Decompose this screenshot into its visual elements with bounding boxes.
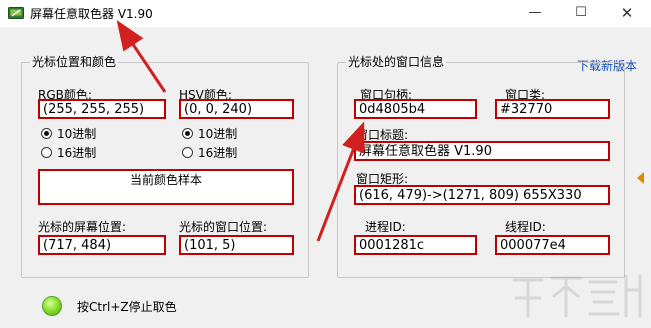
title-bar[interactable]: 屏幕任意取色器 V1.90 — ☐ ✕ bbox=[0, 0, 651, 27]
window-rect-field[interactable]: (616, 479)->(1271, 809) 655X330 bbox=[354, 185, 610, 205]
window-title-field[interactable]: 屏幕任意取色器 V1.90 bbox=[354, 141, 610, 161]
hsv-decimal-label: 10进制 bbox=[198, 127, 238, 141]
app-icon bbox=[8, 6, 24, 20]
stop-picking-hint: 按Ctrl+Z停止取色 bbox=[77, 300, 177, 314]
hsv-hex-label: 16进制 bbox=[198, 146, 238, 160]
thread-id-label: 线程ID: bbox=[505, 220, 546, 234]
window-class-field[interactable]: #32770 bbox=[495, 99, 610, 119]
window-position-label: 光标的窗口位置: bbox=[179, 220, 268, 234]
hsv-decimal-radio[interactable]: 10进制 bbox=[182, 125, 237, 142]
rgb-hex-label: 16进制 bbox=[57, 146, 97, 160]
window-title: 屏幕任意取色器 V1.90 bbox=[30, 7, 153, 21]
hsv-hex-radio[interactable]: 16进制 bbox=[182, 144, 237, 161]
collapse-arrow-icon[interactable] bbox=[637, 172, 644, 184]
status-led-icon bbox=[42, 296, 62, 316]
rgb-value-field[interactable]: (255, 255, 255) bbox=[38, 99, 166, 119]
minimize-button[interactable]: — bbox=[512, 0, 558, 27]
screen-position-label: 光标的屏幕位置: bbox=[38, 220, 127, 234]
rgb-decimal-label: 10进制 bbox=[57, 127, 97, 141]
radio-selected-icon bbox=[182, 128, 193, 139]
cursor-color-group: 光标位置和颜色 RGB颜色: (255, 255, 255) HSV颜色: (0… bbox=[21, 54, 309, 278]
radio-unselected-icon bbox=[182, 147, 193, 158]
screen-position-field[interactable]: (717, 484) bbox=[38, 235, 166, 255]
process-id-label: 进程ID: bbox=[365, 220, 406, 234]
rgb-hex-radio[interactable]: 16进制 bbox=[41, 144, 96, 161]
thread-id-field[interactable]: 000077e4 bbox=[495, 235, 610, 255]
window-info-group: 光标处的窗口信息 窗口句柄: 0d4805b4 窗口类: #32770 窗口标题… bbox=[337, 54, 625, 278]
maximize-button[interactable]: ☐ bbox=[558, 0, 604, 27]
radio-unselected-icon bbox=[41, 147, 52, 158]
color-sample-box: 当前颜色样本 bbox=[38, 169, 294, 205]
color-sample-label: 当前颜色样本 bbox=[129, 173, 202, 187]
rgb-decimal-radio[interactable]: 10进制 bbox=[41, 125, 96, 142]
cursor-color-group-legend: 光标位置和颜色 bbox=[30, 54, 119, 70]
window-handle-field[interactable]: 0d4805b4 bbox=[354, 99, 477, 119]
close-button[interactable]: ✕ bbox=[604, 0, 650, 27]
client-area: 下载新版本 光标位置和颜色 RGB颜色: (255, 255, 255) HSV… bbox=[0, 27, 651, 328]
radio-selected-icon bbox=[41, 128, 52, 139]
window-position-field[interactable]: (101, 5) bbox=[179, 235, 294, 255]
window-info-group-legend: 光标处的窗口信息 bbox=[346, 54, 447, 70]
hsv-value-field[interactable]: (0, 0, 240) bbox=[179, 99, 294, 119]
process-id-field[interactable]: 0001281c bbox=[354, 235, 477, 255]
